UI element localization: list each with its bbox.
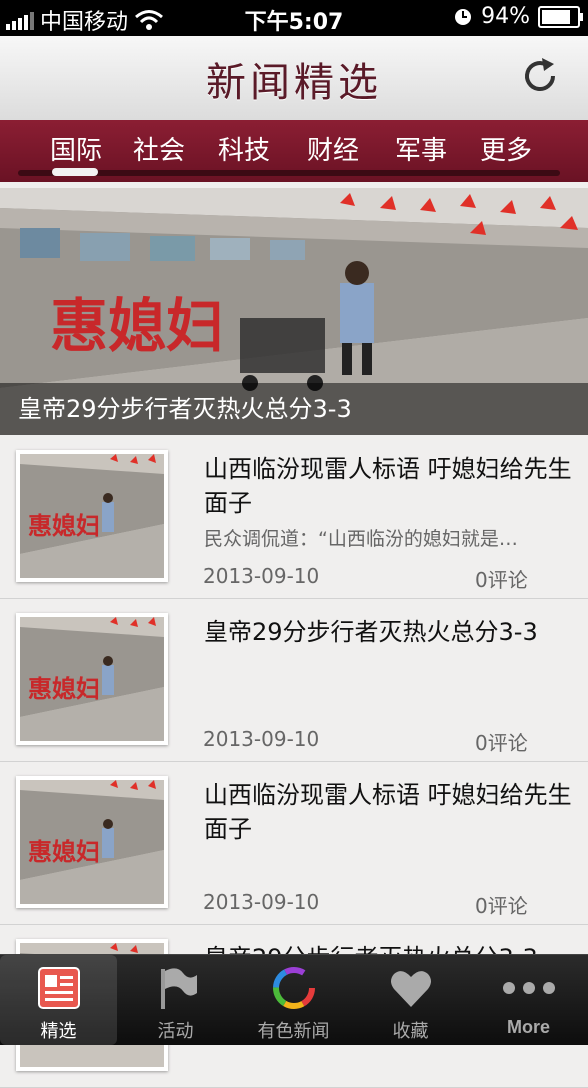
page-title: 新闻精选 bbox=[206, 60, 382, 106]
tabbar-label: 精选 bbox=[40, 1021, 77, 1042]
refresh-icon[interactable] bbox=[520, 56, 560, 96]
news-date: 2013-09-10 bbox=[203, 564, 320, 588]
news-thumbnail: 惠媳妇 bbox=[16, 613, 168, 745]
tab-international[interactable]: 国际 bbox=[50, 130, 102, 167]
news-comment-count[interactable]: 0评论 bbox=[475, 890, 528, 919]
news-item[interactable]: 惠媳妇 山西临汾现雷人标语 吁媳妇给先生面子 2013-09-10 0评论 bbox=[0, 762, 588, 925]
tabbar-more[interactable]: More bbox=[470, 955, 587, 1045]
tab-indicator bbox=[52, 168, 98, 176]
tab-military[interactable]: 军事 bbox=[395, 130, 447, 167]
news-date: 2013-09-10 bbox=[203, 890, 320, 914]
news-thumbnail: 惠媳妇 bbox=[16, 450, 168, 582]
tab-technology[interactable]: 科技 bbox=[218, 130, 270, 167]
svg-text:惠媳妇: 惠媳妇 bbox=[28, 511, 100, 540]
tab-finance[interactable]: 财经 bbox=[307, 130, 359, 167]
featured-caption: 皇帝29分步行者灭热火总分3-3 bbox=[0, 383, 588, 435]
tabbar-label: 有色新闻 bbox=[257, 1021, 330, 1042]
tabbar-label: 收藏 bbox=[392, 1021, 429, 1042]
battery-icon bbox=[538, 5, 583, 28]
heart-icon bbox=[390, 971, 431, 1007]
tabbar-label: 活动 bbox=[157, 1021, 194, 1042]
featured-story[interactable]: 惠媳妇 皇帝29分步行者灭热火总分3-3 bbox=[0, 188, 588, 435]
news-paper-icon bbox=[37, 967, 80, 1009]
battery-percent: 94% bbox=[481, 4, 530, 29]
news-item[interactable]: 惠媳妇 皇帝29分步行者灭热火总分3-3 2013-09-10 0评论 bbox=[0, 599, 588, 762]
tabbar-featured[interactable]: 精选 bbox=[0, 955, 117, 1045]
category-tabs: 国际 社会 科技 财经 军事 更多 bbox=[0, 120, 588, 182]
news-item[interactable]: 惠媳妇 山西临汾现雷人标语 吁媳妇给先生面子 民众调侃道：“山西临汾的媳妇就是…… bbox=[0, 436, 588, 599]
tabbar-favorites[interactable]: 收藏 bbox=[352, 955, 469, 1045]
status-bar: 中国移动 下午5:07 94% bbox=[0, 0, 588, 36]
bottom-tab-bar: 精选 活动 有色新闻 收藏 More bbox=[0, 954, 588, 1045]
tabbar-activities[interactable]: 活动 bbox=[117, 955, 234, 1045]
news-thumbnail: 惠媳妇 bbox=[16, 776, 168, 908]
clock-lock-icon bbox=[455, 8, 472, 25]
news-headline: 山西临汾现雷人标语 吁媳妇给先生面子 bbox=[204, 781, 572, 843]
news-headline: 山西临汾现雷人标语 吁媳妇给先生面子 bbox=[204, 455, 572, 517]
more-dots-icon bbox=[502, 982, 555, 994]
svg-text:惠媳妇: 惠媳妇 bbox=[50, 292, 224, 360]
color-ring-icon bbox=[272, 967, 315, 1009]
svg-text:惠媳妇: 惠媳妇 bbox=[28, 674, 100, 703]
news-date: 2013-09-10 bbox=[203, 727, 320, 751]
news-comment-count[interactable]: 0评论 bbox=[475, 564, 528, 593]
flag-icon bbox=[160, 968, 197, 1009]
tab-more[interactable]: 更多 bbox=[480, 130, 532, 167]
news-headline: 皇帝29分步行者灭热火总分3-3 bbox=[204, 618, 538, 646]
svg-text:惠媳妇: 惠媳妇 bbox=[28, 837, 100, 866]
tabbar-label: More bbox=[506, 1017, 550, 1037]
tab-scroll-track bbox=[18, 170, 560, 176]
news-summary: 民众调侃道：“山西临汾的媳妇就是… bbox=[204, 528, 518, 550]
tabbar-color-news[interactable]: 有色新闻 bbox=[235, 955, 352, 1045]
title-bar: 新闻精选 bbox=[0, 36, 588, 121]
news-comment-count[interactable]: 0评论 bbox=[475, 727, 528, 756]
tab-society[interactable]: 社会 bbox=[133, 130, 185, 167]
